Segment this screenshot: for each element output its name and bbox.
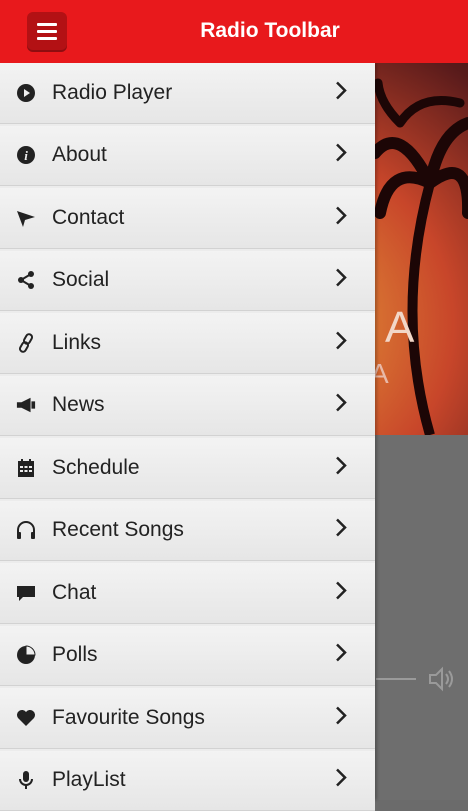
menu-item-label: Favourite Songs xyxy=(52,706,205,730)
chevron-right-icon xyxy=(334,454,348,481)
menu-item-label: Recent Songs xyxy=(52,518,184,542)
hamburger-line xyxy=(37,30,57,33)
send-icon xyxy=(16,208,36,228)
info-icon: i xyxy=(16,145,36,165)
link-icon xyxy=(16,333,36,353)
menu-item-chat[interactable]: Chat xyxy=(0,563,375,624)
menu-item-label: Chat xyxy=(52,581,96,605)
calendar-icon xyxy=(16,458,36,478)
app-toolbar: Radio Toolbar xyxy=(0,0,468,63)
microphone-icon xyxy=(16,770,36,790)
menu-item-label: Social xyxy=(52,268,109,292)
chevron-right-icon xyxy=(334,204,348,231)
menu-item-label: News xyxy=(52,393,105,417)
chevron-right-icon xyxy=(334,267,348,294)
megaphone-icon xyxy=(16,395,36,415)
menu-item-polls[interactable]: Polls xyxy=(0,626,375,687)
menu-item-label: PlayList xyxy=(52,768,126,792)
volume-icon[interactable] xyxy=(428,666,456,692)
play-circle-icon xyxy=(16,83,36,103)
menu-item-contact[interactable]: Contact xyxy=(0,188,375,249)
menu-item-label: Links xyxy=(52,331,101,355)
svg-text:i: i xyxy=(24,148,28,163)
headphones-icon xyxy=(16,520,36,540)
chat-icon xyxy=(16,583,36,603)
navigation-drawer: Radio Player i About Contact Social Link… xyxy=(0,63,375,800)
pie-chart-icon xyxy=(16,645,36,665)
hamburger-line xyxy=(37,23,57,26)
menu-item-label: About xyxy=(52,143,107,167)
menu-item-playlist[interactable]: PlayList xyxy=(0,751,375,811)
menu-item-radio-player[interactable]: Radio Player xyxy=(0,63,375,124)
chevron-right-icon xyxy=(334,579,348,606)
chevron-right-icon xyxy=(334,392,348,419)
hamburger-menu-button[interactable] xyxy=(27,12,67,52)
menu-item-social[interactable]: Social xyxy=(0,251,375,312)
app-title: Radio Toolbar xyxy=(140,19,400,43)
menu-item-schedule[interactable]: Schedule xyxy=(0,438,375,499)
menu-item-label: Radio Player xyxy=(52,81,172,105)
heart-icon xyxy=(16,708,36,728)
menu-item-news[interactable]: News xyxy=(0,376,375,437)
chevron-right-icon xyxy=(334,642,348,669)
menu-item-label: Schedule xyxy=(52,456,140,480)
share-icon xyxy=(16,270,36,290)
menu-item-recent-songs[interactable]: Recent Songs xyxy=(0,501,375,562)
chevron-right-icon xyxy=(334,79,348,106)
menu-item-label: Polls xyxy=(52,643,98,667)
menu-item-label: Contact xyxy=(52,206,124,230)
volume-slider[interactable] xyxy=(376,678,416,680)
menu-item-about[interactable]: i About xyxy=(0,126,375,187)
hero-title: A xyxy=(385,303,416,353)
hamburger-line xyxy=(37,37,57,40)
menu-item-links[interactable]: Links xyxy=(0,313,375,374)
chevron-right-icon xyxy=(334,767,348,794)
menu-item-favourite-songs[interactable]: Favourite Songs xyxy=(0,688,375,749)
chevron-right-icon xyxy=(334,704,348,731)
chevron-right-icon xyxy=(334,517,348,544)
chevron-right-icon xyxy=(334,329,348,356)
chevron-right-icon xyxy=(334,142,348,169)
